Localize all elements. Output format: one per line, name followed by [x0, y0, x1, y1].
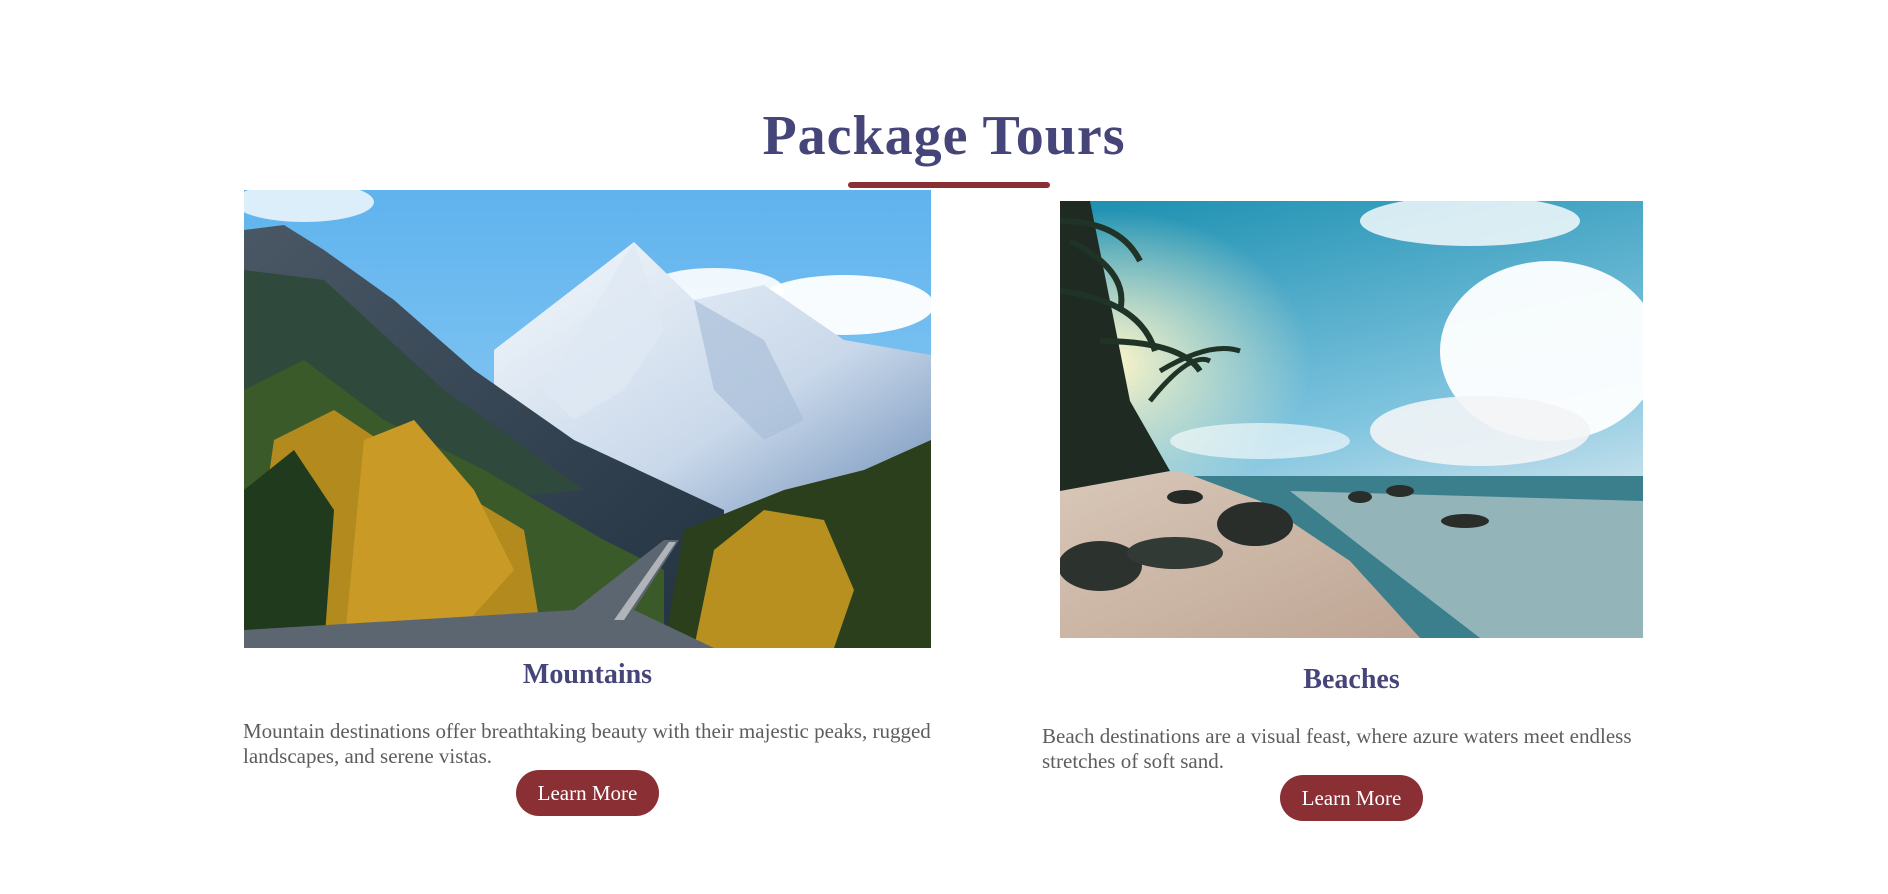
card-title-beaches: Beaches	[1303, 664, 1400, 695]
section-title: Package Tours	[762, 105, 1126, 167]
title-underline	[848, 182, 1050, 188]
card-description-beaches: Beach destinations are a visual feast, w…	[1042, 724, 1632, 773]
learn-more-button-mountains[interactable]: Learn More	[516, 770, 659, 816]
mountains-image	[244, 190, 931, 648]
beaches-image	[1060, 201, 1643, 638]
learn-more-button-beaches[interactable]: Learn More	[1280, 775, 1423, 821]
card-title-mountains: Mountains	[522, 659, 653, 690]
package-tours-page: Package Tours Mountains Mountain destina…	[0, 0, 1888, 894]
card-description-mountains: Mountain destinations offer breathtaking…	[243, 719, 931, 768]
